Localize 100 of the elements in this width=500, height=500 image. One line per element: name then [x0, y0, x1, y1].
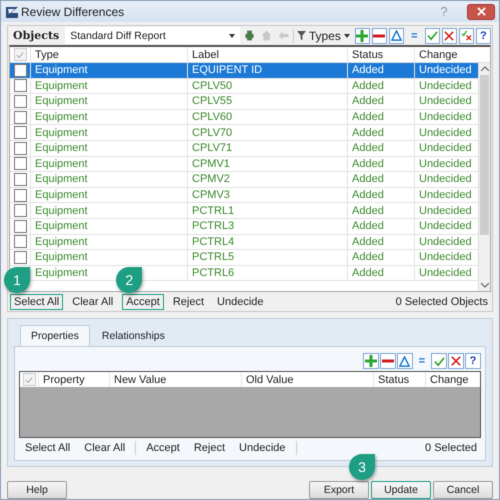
- table-cell: Added: [352, 189, 384, 202]
- tab[interactable]: Relationships: [92, 325, 175, 346]
- dialog-button[interactable]: Update: [371, 481, 431, 499]
- dialog-button[interactable]: Help: [7, 481, 67, 499]
- check-cross-icon[interactable]: [458, 28, 474, 44]
- column-header[interactable]: Label: [187, 47, 347, 62]
- table-row[interactable]: Equipment CPLV60 Added Undecided: [10, 110, 478, 126]
- action-link[interactable]: Clear All: [80, 440, 130, 456]
- action-link[interactable]: Undecide: [213, 294, 268, 310]
- tab[interactable]: Properties: [20, 325, 90, 346]
- table-row[interactable]: Equipment CPLV70 Added Undecided: [10, 125, 478, 141]
- table-cell: Equipment: [35, 95, 88, 108]
- column-header[interactable]: Status: [347, 47, 414, 62]
- table-cell: PCTRL1: [192, 204, 234, 217]
- table-cell: CPLV70: [192, 126, 232, 139]
- table-row[interactable]: Equipment CPMV2 Added Undecided: [10, 172, 478, 188]
- table-cell: PCTRL5: [192, 251, 234, 264]
- delta-icon[interactable]: [389, 28, 404, 44]
- action-link[interactable]: Undecide: [235, 440, 290, 456]
- help-button[interactable]: ?: [465, 353, 481, 369]
- table-cell: Equipment: [35, 204, 88, 217]
- row-checkbox[interactable]: [14, 79, 26, 92]
- table-cell: Equipment: [35, 64, 88, 76]
- step-tooltip: 1: [4, 266, 30, 292]
- table-cell: CPLV71: [192, 142, 232, 154]
- check-icon: [16, 50, 24, 58]
- table-cell: Equipment: [35, 236, 88, 248]
- action-link[interactable]: Accept: [122, 294, 164, 310]
- action-link[interactable]: Accept: [142, 440, 184, 456]
- table-cell: CPMV3: [192, 189, 230, 202]
- table-cell: EQUIPENT ID: [192, 64, 262, 76]
- table-cell: CPMV2: [192, 173, 230, 186]
- table-row[interactable]: Equipment PCTRL4 Added Undecided: [10, 234, 478, 250]
- dialog-button[interactable]: Cancel: [433, 481, 493, 499]
- action-link[interactable]: Reject: [168, 294, 208, 310]
- table-cell: Undecided: [419, 220, 472, 232]
- row-checkbox[interactable]: [14, 157, 26, 170]
- add-icon[interactable]: [354, 28, 370, 44]
- table-cell: Undecided: [419, 142, 472, 154]
- table-cell: Equipment: [35, 220, 88, 232]
- row-checkbox[interactable]: [14, 94, 26, 108]
- table-cell: Added: [352, 142, 384, 154]
- scroll-down-icon[interactable]: [480, 283, 488, 288]
- table-row[interactable]: Equipment PCTRL1 Added Undecided: [10, 203, 478, 219]
- table-cell: Undecided: [419, 80, 472, 92]
- row-checkbox[interactable]: [14, 126, 26, 140]
- table-cell: Undecided: [419, 95, 472, 108]
- close-button[interactable]: [467, 4, 495, 20]
- column-header[interactable]: Change: [414, 47, 478, 62]
- table-row[interactable]: Equipment PCTRL5 Added Undecided: [10, 250, 478, 266]
- remove-icon[interactable]: [372, 28, 388, 44]
- table-cell: Undecided: [419, 189, 472, 202]
- table-cell: Added: [352, 80, 384, 92]
- table-cell: CPLV60: [192, 111, 232, 124]
- help-button[interactable]: ?: [476, 28, 491, 44]
- table-cell: Equipment: [35, 126, 88, 139]
- table-row[interactable]: Equipment CPLV55 Added Undecided: [10, 94, 478, 110]
- table-row[interactable]: Equipment CPLV50 Added Undecided: [10, 78, 478, 94]
- row-checkbox[interactable]: [14, 142, 26, 155]
- action-link[interactable]: Select All: [21, 440, 74, 456]
- dialog-button[interactable]: Export: [309, 481, 369, 499]
- row-checkbox[interactable]: [14, 172, 26, 186]
- row-checkbox[interactable]: [14, 250, 26, 264]
- table-row[interactable]: Equipment PCTRL3 Added Undecided: [10, 218, 478, 235]
- select-all-checkbox[interactable]: [22, 373, 36, 386]
- table-row[interactable]: Equipment EQUIPENT ID Added Undecided: [10, 63, 478, 79]
- row-checkbox[interactable]: [14, 204, 26, 218]
- scroll-up-icon[interactable]: [480, 66, 488, 71]
- delta-icon[interactable]: [396, 353, 413, 369]
- action-link[interactable]: Reject: [190, 440, 230, 456]
- table-cell: Undecided: [419, 173, 472, 186]
- report-dropdown[interactable]: Standard Diff Report: [65, 27, 240, 44]
- cross-icon[interactable]: [442, 28, 457, 44]
- row-checkbox[interactable]: [14, 220, 26, 233]
- remove-icon[interactable]: [380, 353, 396, 369]
- add-icon[interactable]: [362, 353, 379, 369]
- row-checkbox[interactable]: [14, 235, 26, 248]
- step-tooltip: 3: [349, 454, 375, 480]
- table-cell: Added: [352, 267, 384, 280]
- table-cell: Added: [352, 95, 384, 108]
- cross-icon[interactable]: [448, 353, 464, 369]
- table-cell: Equipment: [35, 158, 88, 170]
- select-all-checkbox[interactable]: [14, 48, 26, 61]
- table-cell: Undecided: [419, 236, 472, 248]
- row-checkbox[interactable]: [14, 110, 26, 124]
- action-link[interactable]: Clear All: [68, 294, 118, 310]
- row-checkbox[interactable]: [14, 188, 26, 202]
- equals-sign: =: [410, 30, 419, 42]
- table-row[interactable]: Equipment CPLV71 Added Undecided: [10, 140, 478, 157]
- table-row[interactable]: Equipment CPMV1 Added Undecided: [10, 156, 478, 172]
- table-cell: Added: [352, 126, 384, 139]
- check-icon[interactable]: [424, 28, 440, 44]
- row-checkbox[interactable]: [14, 64, 26, 77]
- scrollbar[interactable]: [478, 63, 490, 291]
- check-icon[interactable]: [431, 353, 447, 369]
- types-dropdown[interactable]: Types: [292, 28, 353, 42]
- action-link[interactable]: Select All: [10, 294, 64, 310]
- table-cell: Equipment: [35, 142, 88, 154]
- column-header[interactable]: Type: [30, 47, 187, 62]
- table-row[interactable]: Equipment CPMV3 Added Undecided: [10, 188, 478, 204]
